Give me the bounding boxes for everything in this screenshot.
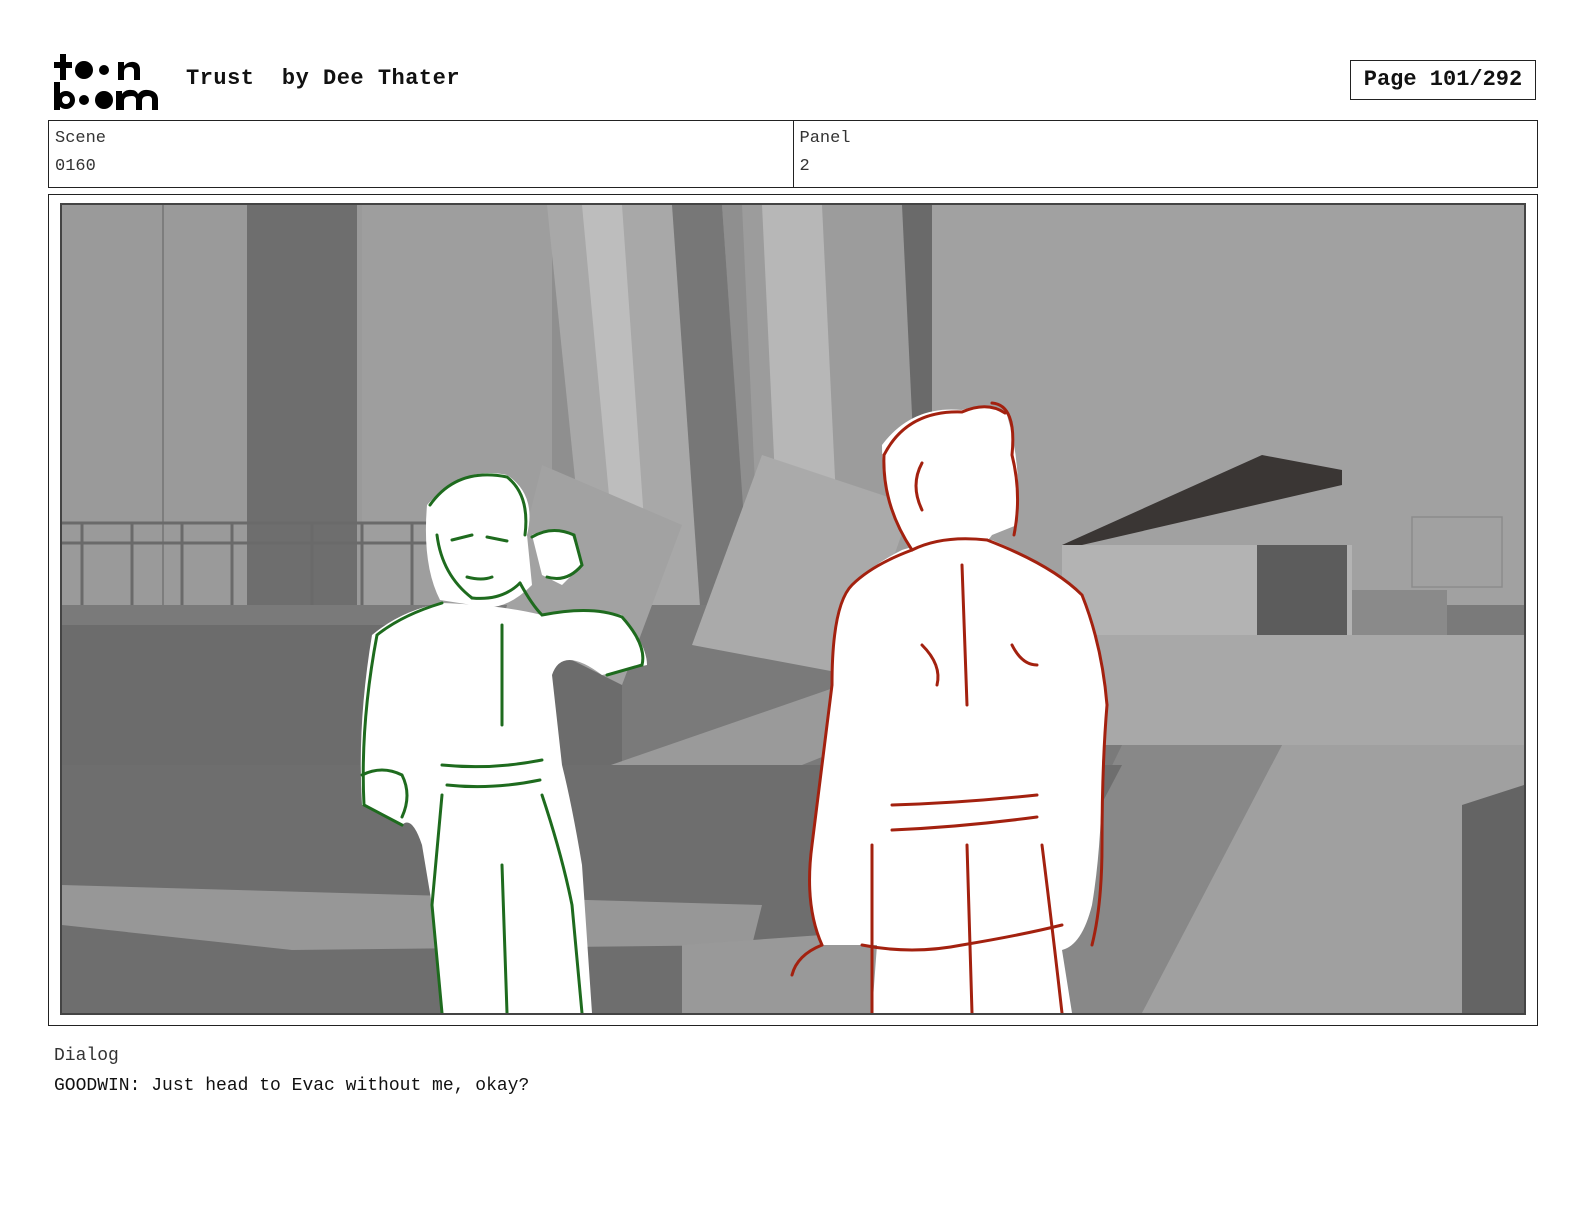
panel-frame bbox=[48, 194, 1538, 1026]
storyboard-panel-image bbox=[60, 203, 1526, 1015]
scene-value: 0160 bbox=[55, 157, 96, 176]
dialog-text: GOODWIN: Just head to Evac without me, o… bbox=[54, 1076, 530, 1096]
scene-label: Scene bbox=[55, 129, 107, 148]
panel-label: Panel bbox=[799, 129, 851, 148]
scene-cell: Scene 0160 bbox=[49, 121, 793, 187]
dialog-label: Dialog bbox=[54, 1046, 119, 1066]
document-title: Trust by Dee Thater bbox=[186, 66, 461, 91]
page-number: Page 101/292 bbox=[1350, 60, 1536, 100]
toon-boom-logo bbox=[52, 52, 164, 112]
panel-cell: Panel 2 bbox=[792, 121, 1538, 187]
panel-value: 2 bbox=[799, 157, 810, 176]
scene-panel-table: Scene 0160 Panel 2 bbox=[48, 120, 1538, 188]
